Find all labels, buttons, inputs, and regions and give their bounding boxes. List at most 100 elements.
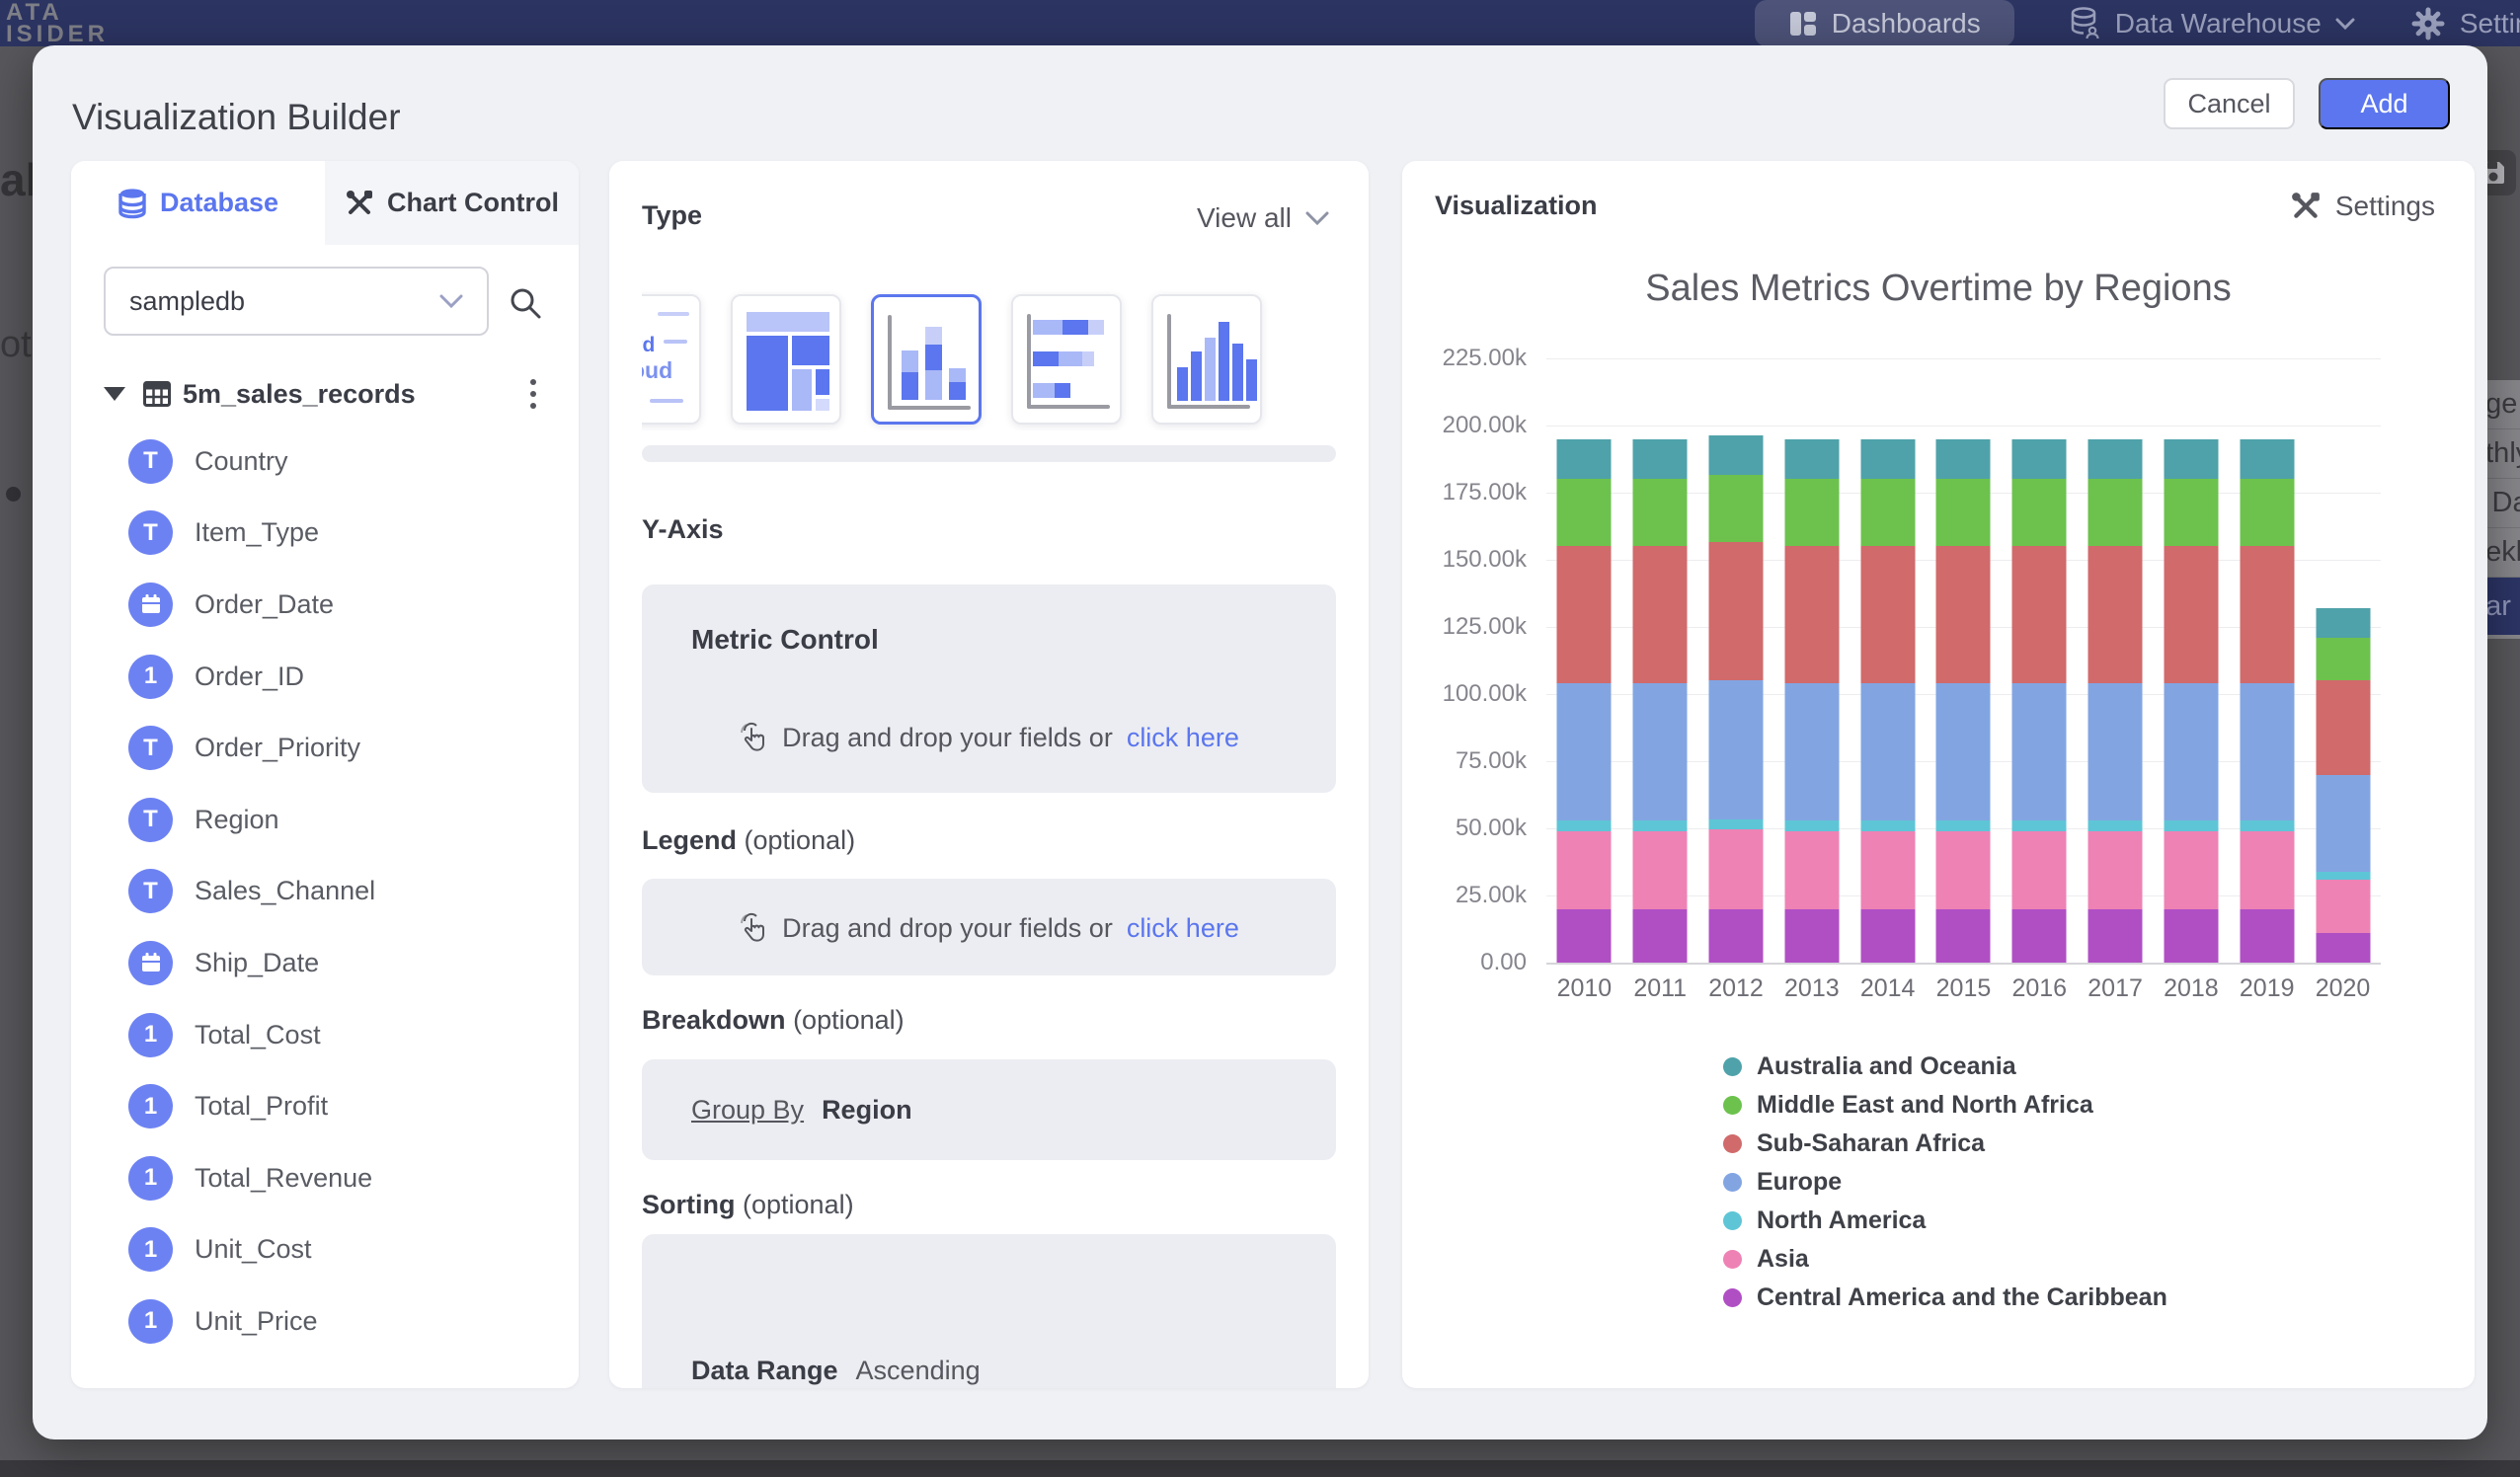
bar-segment — [1633, 820, 1688, 831]
field-item-unit_price[interactable]: 1Unit_Price — [71, 1285, 579, 1358]
bar-segment — [1860, 820, 1915, 831]
table-tree-header: 5m_sales_records — [104, 370, 548, 418]
field-label: Region — [195, 805, 279, 835]
legend-color-dot — [1723, 1211, 1742, 1230]
x-tick-label: 2014 — [1850, 974, 1926, 1003]
type-carousel-scrollbar[interactable] — [642, 445, 1336, 462]
bar-segment — [2088, 831, 2143, 909]
click-here-link[interactable]: click here — [1127, 723, 1239, 753]
legend-label: Asia — [1757, 1245, 1809, 1274]
drop-hint-text: Drag and drop your fields or — [782, 913, 1113, 944]
cancel-button[interactable]: Cancel — [2164, 78, 2295, 129]
type-option-word-cloud[interactable]: Word Cloud — [642, 294, 701, 425]
nav-item-dashboards[interactable]: Dashboards — [1755, 0, 2014, 46]
screen: ATA ISIDER Dashboards Data Warehouse — [0, 0, 2520, 1477]
bar-slot — [2078, 358, 2154, 963]
field-item-order_date[interactable]: Order_Date — [71, 569, 579, 641]
legend-item: Sub-Saharan Africa — [1723, 1131, 2167, 1156]
background-bottom-strip — [0, 1460, 2520, 1477]
type-option-stacked-bar[interactable] — [1011, 294, 1122, 425]
field-item-total_profit[interactable]: 1Total_Profit — [71, 1070, 579, 1142]
sorting-dropzone[interactable]: Data Range Ascending — [642, 1234, 1336, 1388]
sorting-row-label[interactable]: Data Range — [691, 1356, 838, 1386]
bar-segment — [2316, 775, 2370, 872]
field-item-item_type[interactable]: TItem_Type — [71, 498, 579, 570]
bar-segment — [2240, 546, 2294, 683]
database-icon — [118, 188, 147, 219]
bar-segment — [1633, 439, 1688, 480]
field-item-ship_date[interactable]: Ship_Date — [71, 927, 579, 999]
chevron-down-icon — [439, 294, 463, 308]
group-by-value[interactable]: Region — [822, 1095, 912, 1126]
y-tick-label: 50.00k — [1456, 815, 1527, 842]
legend-item: Asia — [1723, 1247, 2167, 1272]
nav-item-settings[interactable]: Settings — [2410, 6, 2520, 41]
y-tick-label: 175.00k — [1443, 479, 1527, 506]
bar-segment — [1709, 542, 1764, 680]
bar-segment — [1860, 683, 1915, 820]
x-tick-label: 2017 — [2078, 974, 2154, 1003]
sorting-row-value[interactable]: Ascending — [856, 1356, 981, 1386]
bar-segment — [2012, 683, 2067, 820]
stacked-bar-2011 — [1633, 439, 1688, 963]
field-item-order_id[interactable]: 1Order_ID — [71, 641, 579, 713]
bar-segment — [1709, 819, 1764, 830]
chart-title: Sales Metrics Overtime by Regions — [1402, 268, 2475, 310]
field-item-country[interactable]: TCountry — [71, 426, 579, 498]
y-tick-label: 150.00k — [1443, 546, 1527, 574]
bar-segment — [2164, 546, 2218, 683]
brand-line-2: ISIDER — [6, 24, 109, 45]
field-label: Sales_Channel — [195, 876, 375, 906]
group-by-label[interactable]: Group By — [691, 1095, 804, 1126]
field-item-total_cost[interactable]: 1Total_Cost — [71, 999, 579, 1071]
search-icon[interactable] — [504, 281, 547, 325]
table-name[interactable]: 5m_sales_records — [183, 379, 416, 410]
field-item-total_revenue[interactable]: 1Total_Revenue — [71, 1142, 579, 1214]
bar-segment — [2088, 909, 2143, 963]
bar-segment — [2316, 638, 2370, 681]
legend-label: Europe — [1757, 1168, 1842, 1197]
type-option-stacked-column[interactable] — [871, 294, 982, 425]
bar-segment — [2012, 439, 2067, 480]
click-here-link[interactable]: click here — [1127, 913, 1239, 944]
tools-icon — [2290, 191, 2322, 222]
legend-label: North America — [1757, 1206, 1926, 1235]
add-button[interactable]: Add — [2319, 78, 2450, 129]
legend-dropzone[interactable]: Drag and drop your fields or click here — [642, 879, 1336, 975]
bar-segment — [2316, 880, 2370, 933]
field-label: Ship_Date — [195, 948, 319, 978]
tools-icon — [345, 189, 374, 218]
database-select[interactable]: sampledb — [104, 267, 489, 336]
date-field-icon — [128, 583, 173, 627]
field-item-order_priority[interactable]: TOrder_Priority — [71, 712, 579, 784]
type-option-column[interactable] — [1151, 294, 1262, 425]
breakdown-dropzone[interactable]: Group By Region — [642, 1059, 1336, 1160]
tab-database[interactable]: Database — [71, 161, 325, 245]
nav-item-data-warehouse[interactable]: Data Warehouse — [2070, 7, 2355, 40]
y-tick-label: 75.00k — [1456, 747, 1527, 775]
bar-segment — [1860, 909, 1915, 963]
bar-segment — [1784, 909, 1839, 963]
field-label: Country — [195, 446, 288, 477]
view-all-button[interactable]: View all — [1197, 202, 1329, 234]
top-nav-bar: ATA ISIDER Dashboards Data Warehouse — [0, 0, 2520, 46]
field-item-sales_channel[interactable]: TSales_Channel — [71, 856, 579, 928]
metric-control-dropzone[interactable]: Metric Control Drag and drop your fields… — [642, 584, 1336, 793]
tab-chart-control[interactable]: Chart Control — [325, 161, 579, 245]
field-label: Unit_Cost — [195, 1234, 312, 1265]
field-item-unit_cost[interactable]: 1Unit_Cost — [71, 1214, 579, 1286]
text-field-icon: T — [128, 510, 173, 555]
type-option-treemap[interactable] — [731, 294, 841, 425]
caret-down-icon[interactable] — [104, 387, 125, 401]
field-item-region[interactable]: TRegion — [71, 784, 579, 856]
kebab-menu-icon[interactable] — [518, 373, 548, 415]
visualization-builder-modal: Visualization Builder Cancel Add Databas… — [33, 45, 2487, 1439]
bar-segment — [1936, 909, 1991, 963]
bar-segment — [1709, 680, 1764, 818]
legend-item: Middle East and North Africa — [1723, 1093, 2167, 1118]
bar-slot — [1698, 358, 1774, 963]
settings-button[interactable]: Settings — [2290, 191, 2435, 222]
bar-segment — [1784, 820, 1839, 831]
panel-tabbar: Database Chart Control — [71, 161, 579, 245]
word-cloud-word: Word — [642, 334, 655, 357]
